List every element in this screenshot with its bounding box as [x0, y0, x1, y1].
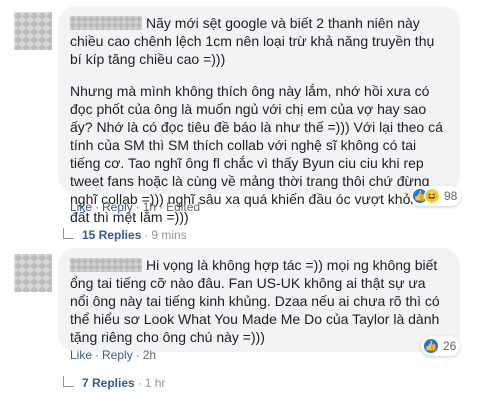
avatar[interactable] [14, 12, 52, 50]
replies-time: 1 hr [144, 376, 166, 390]
avatar[interactable] [14, 254, 52, 292]
replies-count[interactable]: 15 Replies [82, 228, 141, 242]
replies-count[interactable]: 7 Replies [82, 376, 135, 390]
separator: · [144, 228, 149, 242]
separator: · [135, 200, 140, 214]
haha-icon: 😆 [424, 188, 440, 204]
separator: · [137, 376, 142, 390]
reaction-summary[interactable]: 👍 😆 98 [410, 186, 462, 206]
separator: · [135, 348, 140, 362]
replies-time: 9 mins [151, 228, 187, 242]
separator: · [95, 348, 100, 362]
view-replies[interactable]: 7 Replies · 1 hr [63, 375, 166, 390]
like-link[interactable]: Like [70, 348, 92, 362]
reply-arrow-icon [63, 375, 74, 387]
reply-arrow-icon [63, 227, 74, 239]
comment-bubble: Nãy mới sệt google và biết 2 thanh niên … [58, 6, 460, 225]
reaction-count: 26 [443, 339, 457, 353]
comment-actions: Like · Reply · 1h · Edited [70, 200, 200, 214]
like-icon: 👍 [423, 338, 439, 354]
timestamp[interactable]: 2h [143, 348, 156, 362]
comment-text: Nãy mới sệt google và biết 2 thanh niên … [70, 14, 448, 68]
comment-bubble: Hi vọng là không hợp tác =)) mọi ng khôn… [58, 248, 460, 352]
timestamp[interactable]: 1h [143, 200, 156, 214]
separator: · [95, 200, 100, 214]
reaction-summary[interactable]: 👍 26 [421, 336, 461, 356]
reply-link[interactable]: Reply [102, 348, 133, 362]
comment-text: Hi vọng là không hợp tác =)) mọi ng khôn… [70, 256, 448, 346]
reaction-count: 98 [444, 189, 458, 203]
view-replies[interactable]: 15 Replies · 9 mins [63, 227, 187, 242]
comment-actions: Like · Reply · 2h [70, 348, 156, 362]
separator: · [159, 200, 164, 214]
author-name-redacted[interactable] [70, 16, 142, 30]
author-name-redacted[interactable] [70, 258, 142, 272]
edited-label[interactable]: Edited [166, 200, 200, 214]
reply-link[interactable]: Reply [102, 200, 133, 214]
like-link[interactable]: Like [70, 200, 92, 214]
